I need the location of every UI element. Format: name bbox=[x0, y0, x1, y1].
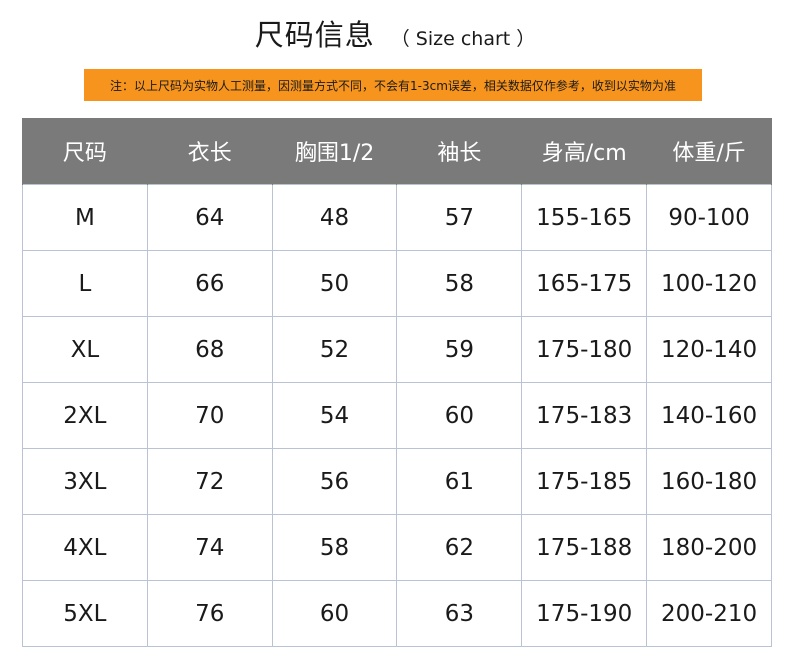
cell-height: 175-183 bbox=[521, 382, 648, 449]
cell-weight: 120-140 bbox=[646, 316, 772, 383]
title-main: 尺码信息 bbox=[254, 18, 375, 52]
page-title: 尺码信息 （ Size chart ） bbox=[0, 12, 790, 56]
table-row: L 66 50 58 165-175 100-120 bbox=[22, 250, 772, 317]
cell-length: 72 bbox=[146, 448, 273, 515]
cell-height: 175-190 bbox=[521, 580, 648, 647]
cell-weight: 90-100 bbox=[646, 184, 772, 251]
cell-half-chest: 52 bbox=[271, 316, 398, 383]
cell-sleeve: 61 bbox=[396, 448, 523, 515]
cell-weight: 200-210 bbox=[646, 580, 772, 647]
table-row: 4XL 74 58 62 175-188 180-200 bbox=[22, 514, 772, 581]
header-sleeve: 袖长 bbox=[396, 118, 523, 185]
cell-half-chest: 50 bbox=[271, 250, 398, 317]
cell-length: 70 bbox=[146, 382, 273, 449]
cell-size: 5XL bbox=[22, 580, 148, 647]
title-subtitle: （ Size chart ） bbox=[390, 28, 536, 50]
cell-sleeve: 63 bbox=[396, 580, 523, 647]
header-weight: 体重/斤 bbox=[646, 118, 772, 185]
table-row: 3XL 72 56 61 175-185 160-180 bbox=[22, 448, 772, 515]
measurement-note-banner: 注：以上尺码为实物人工测量，因测量方式不同，不会有1-3cm误差，相关数据仅作参… bbox=[84, 69, 702, 101]
cell-height: 175-180 bbox=[521, 316, 648, 383]
cell-sleeve: 58 bbox=[396, 250, 523, 317]
cell-weight: 140-160 bbox=[646, 382, 772, 449]
header-half-chest: 胸围1/2 bbox=[271, 118, 398, 185]
cell-half-chest: 54 bbox=[271, 382, 398, 449]
table-row: 5XL 76 60 63 175-190 200-210 bbox=[22, 580, 772, 647]
cell-height: 175-188 bbox=[521, 514, 648, 581]
cell-length: 68 bbox=[146, 316, 273, 383]
cell-sleeve: 62 bbox=[396, 514, 523, 581]
cell-size: L bbox=[22, 250, 148, 317]
cell-half-chest: 58 bbox=[271, 514, 398, 581]
cell-height: 155-165 bbox=[521, 184, 648, 251]
cell-size: M bbox=[22, 184, 148, 251]
cell-length: 74 bbox=[146, 514, 273, 581]
cell-weight: 160-180 bbox=[646, 448, 772, 515]
header-length: 衣长 bbox=[146, 118, 273, 185]
header-height: 身高/cm bbox=[521, 118, 648, 185]
cell-size: XL bbox=[22, 316, 148, 383]
cell-size: 2XL bbox=[22, 382, 148, 449]
cell-height: 165-175 bbox=[521, 250, 648, 317]
cell-sleeve: 59 bbox=[396, 316, 523, 383]
cell-length: 66 bbox=[146, 250, 273, 317]
cell-size: 4XL bbox=[22, 514, 148, 581]
cell-length: 76 bbox=[146, 580, 273, 647]
table-header-row: 尺码 衣长 胸围1/2 袖长 身高/cm 体重/斤 bbox=[22, 118, 772, 185]
size-chart-table: 尺码 衣长 胸围1/2 袖长 身高/cm 体重/斤 M 64 48 57 155… bbox=[22, 118, 772, 647]
cell-length: 64 bbox=[146, 184, 273, 251]
cell-half-chest: 56 bbox=[271, 448, 398, 515]
cell-size: 3XL bbox=[22, 448, 148, 515]
header-size: 尺码 bbox=[22, 118, 148, 185]
table-row: XL 68 52 59 175-180 120-140 bbox=[22, 316, 772, 383]
cell-sleeve: 60 bbox=[396, 382, 523, 449]
cell-height: 175-185 bbox=[521, 448, 648, 515]
cell-weight: 180-200 bbox=[646, 514, 772, 581]
measurement-note-text: 注：以上尺码为实物人工测量，因测量方式不同，不会有1-3cm误差，相关数据仅作参… bbox=[110, 78, 676, 93]
cell-half-chest: 60 bbox=[271, 580, 398, 647]
cell-weight: 100-120 bbox=[646, 250, 772, 317]
cell-sleeve: 57 bbox=[396, 184, 523, 251]
table-row: M 64 48 57 155-165 90-100 bbox=[22, 184, 772, 251]
cell-half-chest: 48 bbox=[271, 184, 398, 251]
table-row: 2XL 70 54 60 175-183 140-160 bbox=[22, 382, 772, 449]
